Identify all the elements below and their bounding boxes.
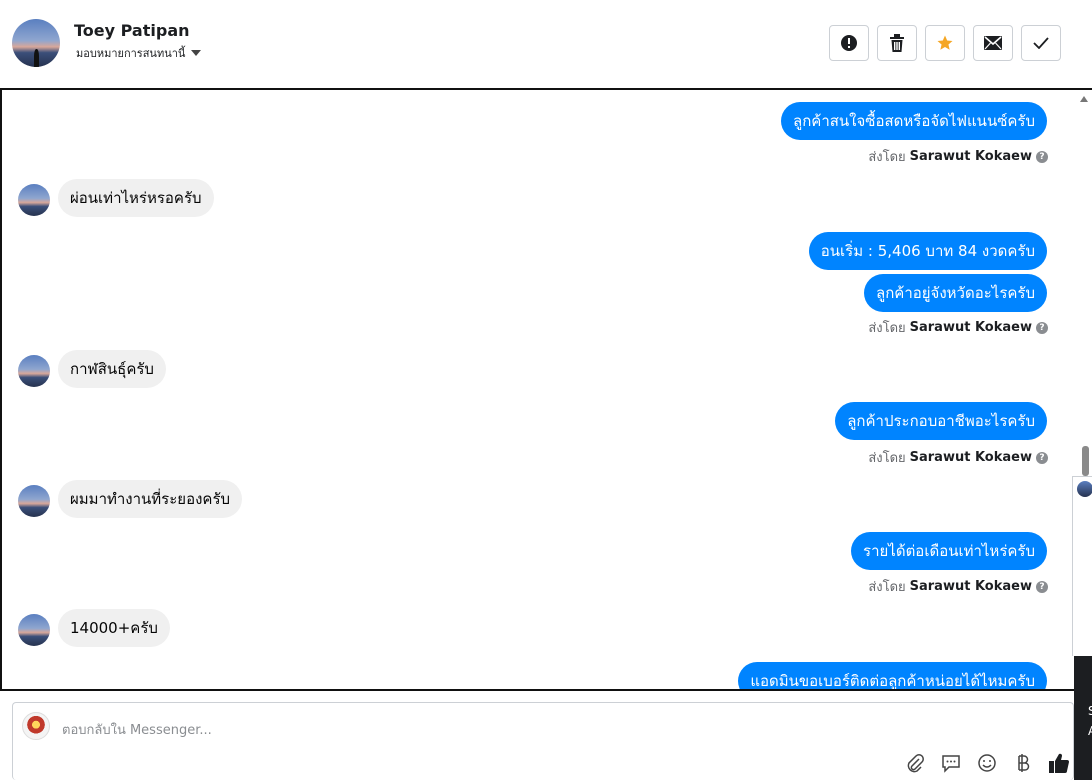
payment-button[interactable] <box>1009 751 1037 775</box>
sent-by-agent: Sarawut Kokaew <box>909 579 1032 594</box>
contact-avatar[interactable] <box>18 184 50 216</box>
side-avatar <box>1077 481 1092 497</box>
sent-by-prefix: ส่งโดย <box>868 150 906 165</box>
reply-composer: ตอบกลับใน Messenger... <box>12 702 1074 780</box>
contact-avatar[interactable] <box>12 19 60 67</box>
sent-by-label: ส่งโดย Sarawut Kokaew ? <box>868 317 1048 338</box>
scroll-thumb[interactable] <box>1082 446 1089 476</box>
help-icon[interactable]: ? <box>1036 321 1048 334</box>
mark-unread-button[interactable] <box>973 25 1013 61</box>
outgoing-message[interactable]: แอดมินขอเบอร์ติดต่อลูกค้าหน่อยได้ไหมครับ <box>738 662 1047 689</box>
delete-button[interactable] <box>877 25 917 61</box>
baht-icon <box>1018 754 1030 772</box>
assign-conversation-dropdown[interactable]: มอบหมายการสนทนานี้ <box>76 44 202 62</box>
attach-button[interactable] <box>901 751 929 775</box>
checkmark-icon <box>1033 37 1049 49</box>
sent-by-agent: Sarawut Kokaew <box>909 320 1032 335</box>
mark-done-button[interactable] <box>1021 25 1061 61</box>
conversation-header: Toey Patipan มอบหมายการสนทนานี้ <box>0 0 1092 88</box>
contact-avatar[interactable] <box>18 614 50 646</box>
sent-by-label: ส่งโดย Sarawut Kokaew ? <box>868 146 1048 167</box>
sent-by-prefix: ส่งโดย <box>868 580 906 595</box>
outgoing-message[interactable]: ลูกค้าสนใจซื้อสดหรือจัดไฟแนนซ์ครับ <box>781 102 1047 140</box>
side-toast-text-2: A <box>1088 724 1092 738</box>
like-button[interactable] <box>1045 751 1073 775</box>
star-button[interactable] <box>925 25 965 61</box>
side-toast-text-1: S <box>1088 704 1092 718</box>
trash-icon <box>890 34 904 52</box>
mark-spam-button[interactable] <box>829 25 869 61</box>
reply-input[interactable]: ตอบกลับใน Messenger... <box>62 719 212 740</box>
incoming-message[interactable]: ผมมาทำงานที่ระยองครับ <box>58 480 243 518</box>
chat-bubble-icon <box>942 755 960 773</box>
scroll-up-arrow-icon[interactable] <box>1080 96 1088 102</box>
outgoing-message[interactable]: อนเริ่ม : 5,406 บาท 84 งวดครับ <box>808 232 1047 270</box>
help-icon[interactable]: ? <box>1036 150 1048 163</box>
contact-name[interactable]: Toey Patipan <box>74 21 190 40</box>
incoming-message[interactable]: กาฬสินธุ์ครับ <box>58 350 166 388</box>
saved-replies-button[interactable] <box>937 751 965 775</box>
caret-down-icon <box>191 50 202 56</box>
envelope-icon <box>984 36 1002 50</box>
outgoing-message[interactable]: ลูกค้าอยู่จังหวัดอะไรครับ <box>864 274 1047 312</box>
sent-by-prefix: ส่งโดย <box>868 451 906 466</box>
smiley-icon <box>978 754 996 772</box>
incoming-message[interactable]: 14000+ครับ <box>58 609 170 647</box>
sent-by-agent: Sarawut Kokaew <box>909 149 1032 164</box>
assign-label: มอบหมายการสนทนานี้ <box>76 47 186 60</box>
thumbs-up-icon <box>1049 753 1069 773</box>
incoming-message[interactable]: ผ่อนเท่าไหร่หรอครับ <box>58 179 214 217</box>
help-icon[interactable]: ? <box>1036 451 1048 464</box>
help-icon[interactable]: ? <box>1036 580 1048 593</box>
star-icon <box>937 35 953 50</box>
outgoing-message[interactable]: รายได้ต่อเดือนเท่าไหร่ครับ <box>851 532 1047 570</box>
paperclip-icon <box>907 754 924 773</box>
contact-avatar[interactable] <box>18 355 50 387</box>
exclamation-icon <box>841 35 857 51</box>
sent-by-label: ส่งโดย Sarawut Kokaew ? <box>868 576 1048 597</box>
sent-by-agent: Sarawut Kokaew <box>909 450 1032 465</box>
sent-by-label: ส่งโดย Sarawut Kokaew ? <box>868 447 1048 468</box>
sent-by-prefix: ส่งโดย <box>868 321 906 336</box>
message-thread[interactable]: ลูกค้าสนใจซื้อสดหรือจัดไฟแนนซ์ครับ ส่งโด… <box>0 88 1092 691</box>
conversation-actions <box>829 25 1061 61</box>
contact-avatar[interactable] <box>18 485 50 517</box>
page-avatar <box>22 712 50 740</box>
emoji-button[interactable] <box>973 751 1001 775</box>
composer-toolbar <box>901 751 1073 775</box>
outgoing-message[interactable]: ลูกค้าประกอบอาชีพอะไรครับ <box>835 402 1047 440</box>
side-toast[interactable]: S A <box>1074 656 1092 780</box>
side-popover[interactable] <box>1072 476 1092 656</box>
